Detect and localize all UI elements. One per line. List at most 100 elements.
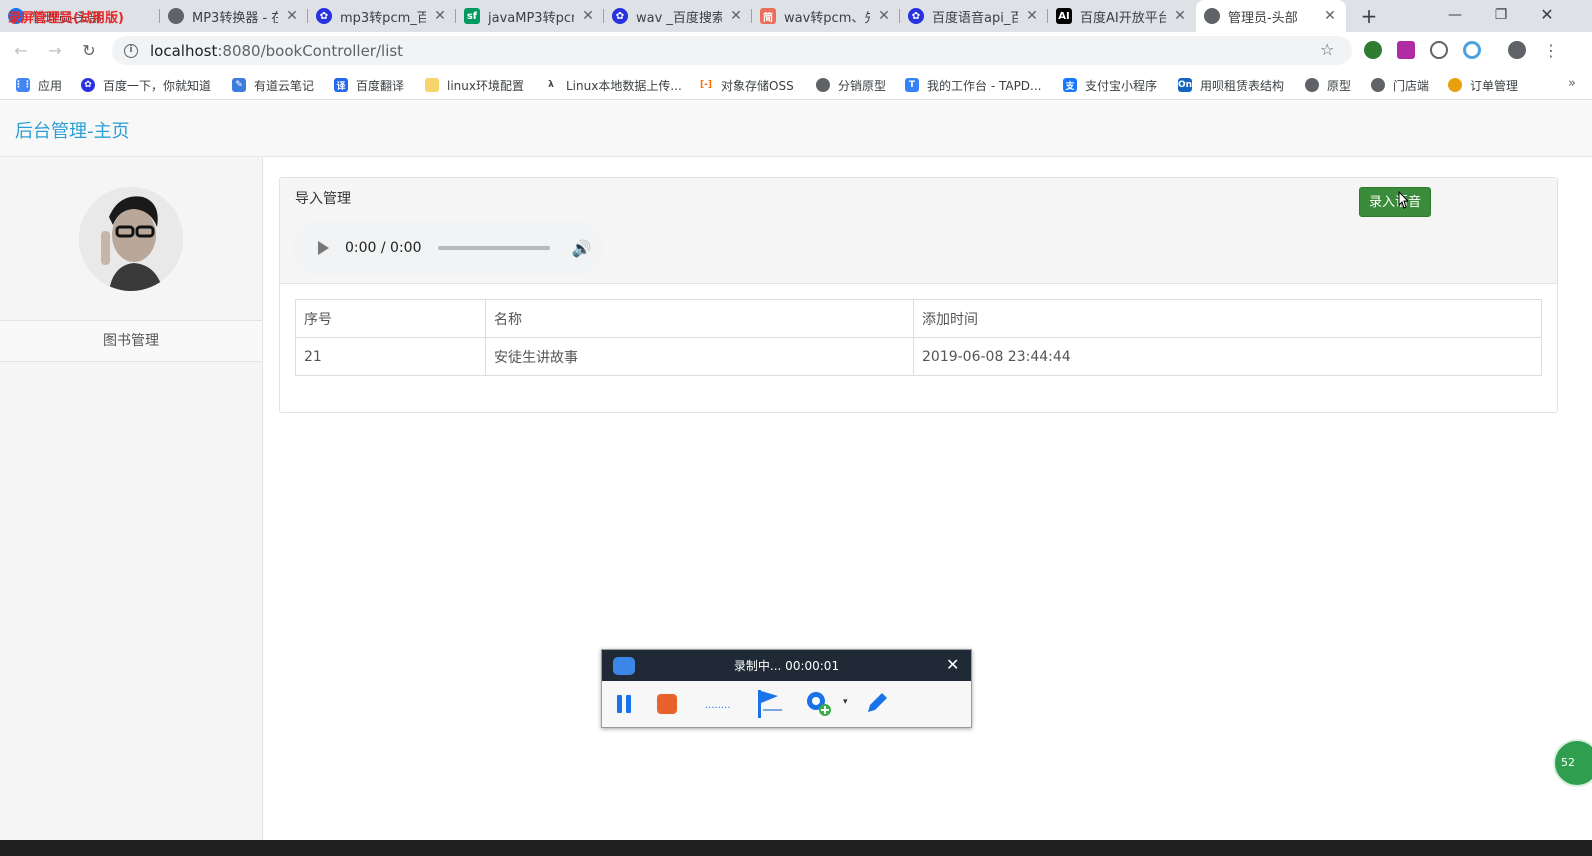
- recorder-close-icon[interactable]: ✕: [946, 655, 959, 674]
- tab-close-icon[interactable]: ✕: [284, 8, 300, 24]
- alipay-icon: 支: [1063, 78, 1077, 92]
- tab-6[interactable]: 简 wav转pcm、先 ✕: [752, 0, 900, 32]
- menu-kebab-icon[interactable]: ⋮: [1540, 40, 1562, 62]
- tab-active[interactable]: 管理员-头部 ✕: [1196, 0, 1346, 32]
- bookmark-order-management[interactable]: 订单管理: [1448, 76, 1518, 94]
- bookmark-star-icon[interactable]: ☆: [1320, 40, 1334, 59]
- tab-7[interactable]: ✿ 百度语音api_百 ✕: [900, 0, 1048, 32]
- bookmark-alipay-miniprogram[interactable]: 支支付宝小程序: [1063, 76, 1157, 94]
- tab-title: MP3转换器 - 在: [192, 10, 278, 26]
- avatar: [79, 187, 183, 291]
- baidu-paw-icon: ✿: [81, 78, 95, 92]
- page-content: 后台管理-主页 图书管理 导入管理 0:00 / 0:00 🔊 录入语音 序号 …: [0, 101, 1592, 856]
- address-bar[interactable]: i localhost:8080/bookController/list: [112, 36, 1352, 65]
- tab-close-icon[interactable]: ✕: [728, 8, 744, 24]
- webcam-add-icon[interactable]: [805, 690, 833, 718]
- import-panel: 导入管理 0:00 / 0:00 🔊 录入语音 序号 名称 添加时间 21 安徒…: [279, 177, 1558, 413]
- sidebar-item-book-management[interactable]: 图书管理: [0, 320, 262, 362]
- bookmark-oss[interactable]: [-] 对象存储OSS: [699, 76, 794, 94]
- extension-rp-icon[interactable]: [1397, 41, 1415, 59]
- play-icon[interactable]: [318, 241, 329, 255]
- tab-3[interactable]: ✿ mp3转pcm_百 ✕: [308, 0, 456, 32]
- volume-icon[interactable]: 🔊: [572, 239, 592, 258]
- site-brand[interactable]: 后台管理-主页: [15, 117, 130, 143]
- tab-close-icon[interactable]: ✕: [1024, 8, 1040, 24]
- column-header-added-time: 添加时间: [913, 299, 1542, 338]
- bookmark-prototype[interactable]: 原型: [1305, 76, 1351, 94]
- tab-5[interactable]: ✿ wav _百度搜索 ✕: [604, 0, 752, 32]
- url-path: :8080/bookController/list: [217, 41, 404, 60]
- globe-icon: [1204, 8, 1220, 24]
- pen-icon[interactable]: [864, 690, 890, 716]
- bookmark-apps[interactable]: ⋮⋮ 应用: [14, 76, 62, 94]
- tab-close-icon[interactable]: ✕: [580, 8, 596, 24]
- tab-close-icon[interactable]: ✕: [432, 8, 448, 24]
- tab-8[interactable]: AI 百度AI开放平台 ✕: [1048, 0, 1196, 32]
- lambda-icon: λ: [544, 78, 558, 92]
- segmentfault-icon: sf: [464, 8, 480, 24]
- dropdown-caret-icon[interactable]: ▾: [843, 697, 848, 707]
- annotation-flag-icon[interactable]: [754, 688, 784, 720]
- jianshu-icon: 简: [760, 8, 776, 24]
- browser-tab-strip: 录屏管理员(试用版) 管理员-头部 MP3转换器 - 在 ✕ ✿ mp3转pcm…: [0, 0, 1592, 32]
- forward-arrow-icon[interactable]: →: [44, 40, 66, 62]
- book-table: 序号 名称 添加时间 21 安徒生讲故事 2019-06-08 23:44:44: [295, 299, 1542, 376]
- back-arrow-icon[interactable]: ←: [10, 40, 32, 62]
- bookmarks-overflow-icon[interactable]: »: [1568, 76, 1576, 91]
- tab-close-icon[interactable]: ✕: [1322, 8, 1338, 24]
- mouse-cursor-icon: [1398, 191, 1408, 209]
- avatar-portrait: [79, 187, 183, 291]
- globe-icon: [1371, 78, 1385, 92]
- column-header-name: 名称: [485, 299, 914, 338]
- cell-name: 安徒生讲故事: [485, 337, 914, 376]
- audio-progress-slider[interactable]: [437, 246, 550, 250]
- bookmark-tapd[interactable]: T 我的工作台 - TAPD...: [905, 76, 1042, 94]
- extension-globe-icon[interactable]: [1364, 41, 1382, 59]
- note-icon: ✎: [232, 78, 246, 92]
- restore-icon[interactable]: ❐: [1478, 0, 1524, 32]
- tab-4[interactable]: sf javaMP3转pcm ✕: [456, 0, 604, 32]
- baidu-paw-icon: ✿: [908, 8, 924, 24]
- record-voice-button[interactable]: 录入语音: [1359, 187, 1431, 217]
- pause-icon[interactable]: [615, 693, 633, 715]
- extension-code-icon[interactable]: [1430, 41, 1448, 59]
- tab-close-icon[interactable]: ✕: [1172, 8, 1188, 24]
- tab-title: 百度语音api_百: [932, 10, 1018, 26]
- reload-icon[interactable]: ↻: [78, 40, 100, 62]
- bookmark-linux-upload[interactable]: λ Linux本地数据上传...: [544, 76, 682, 94]
- cell-id: 21: [295, 337, 486, 376]
- folder-icon: [425, 78, 439, 92]
- bookmark-lease-schema[interactable]: On 用呗租赁表结构: [1178, 76, 1284, 94]
- bookmark-baidu[interactable]: ✿ 百度一下，你就知道: [81, 76, 211, 94]
- baidu-ai-icon: AI: [1056, 8, 1072, 24]
- recording-status: 录制中... 00:00:01: [733, 659, 840, 673]
- minimize-icon[interactable]: —: [1432, 0, 1478, 32]
- bookmark-linux-env[interactable]: linux环境配置: [425, 76, 524, 94]
- bookmark-store-side[interactable]: 门店端: [1371, 76, 1429, 94]
- window-close-icon[interactable]: ✕: [1524, 0, 1570, 32]
- bookmark-baidu-translate[interactable]: 译百度翻译: [334, 76, 404, 94]
- extension-circle-icon[interactable]: [1463, 41, 1481, 59]
- globe-icon: [1305, 78, 1319, 92]
- stop-icon[interactable]: [656, 693, 678, 715]
- aliyun-icon: [-]: [699, 78, 713, 92]
- audio-player: 0:00 / 0:00 🔊: [294, 221, 602, 275]
- tab-2[interactable]: MP3转换器 - 在 ✕: [160, 0, 308, 32]
- table-header-row: 序号 名称 添加时间: [295, 299, 1542, 338]
- tapd-icon: T: [905, 78, 919, 92]
- new-tab-plus-icon[interactable]: +: [1358, 5, 1380, 27]
- tab-title: wav转pcm、先: [784, 10, 870, 26]
- apps-grid-icon: ⋮⋮: [14, 78, 32, 92]
- panel-title: 导入管理: [295, 191, 351, 207]
- profile-avatar-icon[interactable]: [1508, 41, 1526, 59]
- browser-toolbar: ← → ↻ i localhost:8080/bookController/li…: [0, 32, 1592, 69]
- tab-close-icon[interactable]: ✕: [876, 8, 892, 24]
- order-icon: [1448, 78, 1462, 92]
- audio-time: 0:00 / 0:00: [345, 240, 422, 256]
- site-header: 后台管理-主页: [0, 101, 1592, 157]
- bookmark-youdao-note[interactable]: ✎ 有道云笔记: [232, 76, 314, 94]
- tab-title: 百度AI开放平台: [1080, 10, 1166, 26]
- url-host: localhost: [150, 41, 218, 60]
- info-icon[interactable]: i: [124, 43, 138, 58]
- bookmark-distribution-prototype[interactable]: 分销原型: [816, 76, 886, 94]
